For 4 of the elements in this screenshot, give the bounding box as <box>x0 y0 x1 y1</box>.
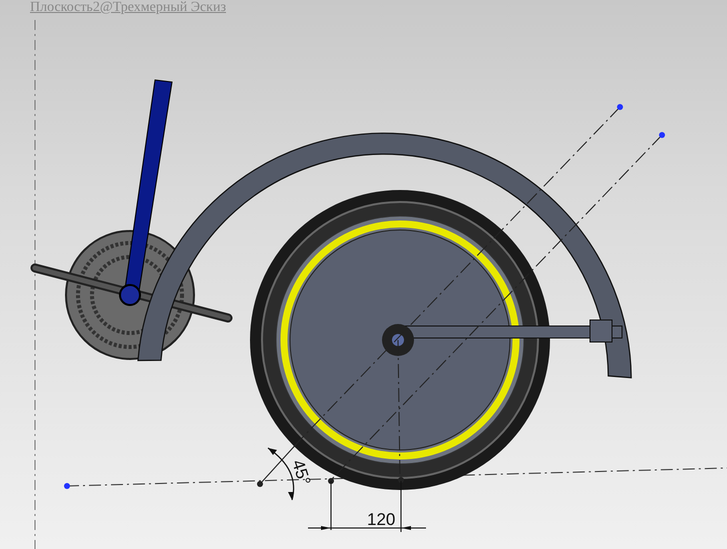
length-dimension-label: 120 <box>367 510 396 529</box>
angle-dimension-arc <box>268 448 294 500</box>
sketch-plane-label: Плоскость2@Трехмерный Эскиз <box>30 0 226 16</box>
angle-dimension-label: 45° <box>288 457 314 488</box>
